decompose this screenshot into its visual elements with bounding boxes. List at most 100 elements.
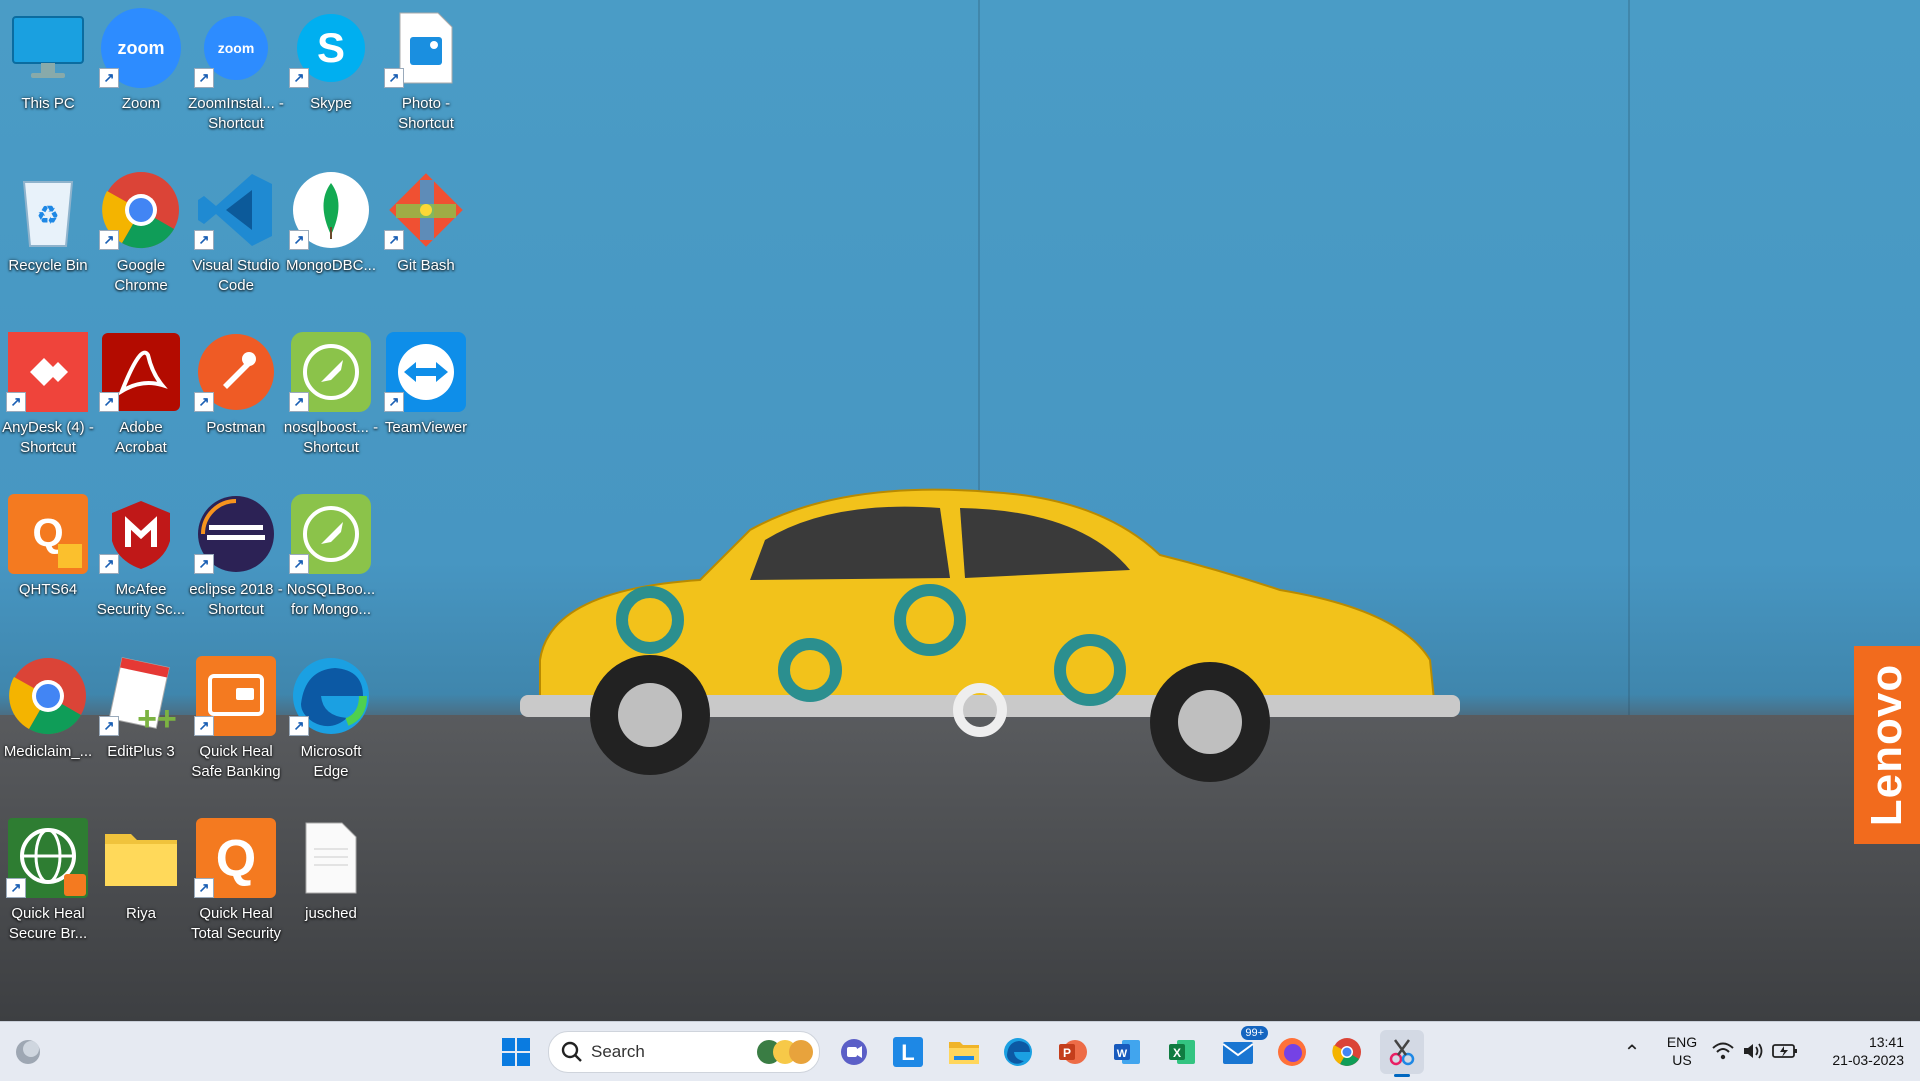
desktop-icon-label: ZoomInstal... - Shortcut [188, 95, 284, 132]
start-button[interactable] [494, 1030, 538, 1074]
blank-file-icon [289, 816, 373, 900]
desktop-icon-label: Git Bash [397, 257, 455, 274]
svg-text:zoom: zoom [118, 38, 165, 58]
shortcut-arrow-icon: ↗ [99, 392, 119, 412]
desktop-icon-quick-heal-total-security[interactable]: Q ↗ Quick Heal Total Security [190, 816, 282, 972]
desktop-icon-label: This PC [21, 95, 75, 112]
desktop-icon-riya-folder[interactable]: Riya [95, 816, 187, 972]
desktop-icon-visual-studio-code[interactable]: ↗ Visual Studio Code [190, 168, 282, 324]
wifi-icon [1712, 1042, 1734, 1060]
chrome-icon [1332, 1038, 1361, 1066]
desktop-icon-mcafee-security-scan[interactable]: ↗ McAfee Security Sc... [95, 492, 187, 648]
safe-banking-icon: ↗ [194, 654, 278, 738]
widgets-button[interactable] [6, 1030, 50, 1074]
teamviewer-icon: ↗ [384, 330, 468, 414]
shortcut-arrow-icon: ↗ [289, 554, 309, 574]
taskbar-file-explorer[interactable] [942, 1030, 986, 1074]
desktop-icon-label: Photo - Shortcut [398, 95, 454, 132]
lenovo-logo: Lenovo [1854, 646, 1920, 844]
desktop-icon-label: Adobe Acrobat [115, 419, 167, 456]
desktop-icon-label: jusched [305, 905, 357, 922]
shortcut-arrow-icon: ↗ [194, 230, 214, 250]
taskbar-snipping-tool[interactable] [1380, 1030, 1424, 1077]
taskbar-teams-chat[interactable] [832, 1030, 876, 1074]
show-hidden-icons-button[interactable]: ⌃ [1610, 1030, 1654, 1074]
shortcut-arrow-icon: ↗ [384, 68, 404, 88]
desktop-icon-mediclaim[interactable]: Mediclaim_... [2, 654, 94, 810]
desktop-icon-eclipse-shortcut[interactable]: ↗ eclipse 2018 - Shortcut [189, 492, 283, 648]
desktop-icon-quick-heal-safe-banking[interactable]: ↗ Quick Heal Safe Banking [190, 654, 282, 810]
shortcut-arrow-icon: ↗ [6, 392, 26, 412]
desktop-icon-anydesk-shortcut[interactable]: ↗ AnyDesk (4) - Shortcut [2, 330, 94, 486]
svg-text:S: S [317, 24, 345, 71]
desktop-icon-label: nosqlboost... - Shortcut [283, 419, 379, 456]
monitor-icon [6, 6, 90, 90]
folder-icon [99, 816, 183, 900]
mail-icon [1222, 1042, 1254, 1064]
git-bash-icon: ↗ [384, 168, 468, 252]
desktop-icon-teamviewer[interactable]: ↗ TeamViewer [380, 330, 472, 486]
shortcut-arrow-icon: ↗ [194, 716, 214, 736]
shortcut-arrow-icon: ↗ [194, 68, 214, 88]
desktop-icon-label: MongoDBC... [285, 257, 377, 274]
desktop-icon-qhts64[interactable]: Q QHTS64 [2, 492, 94, 648]
excel-icon: X [1169, 1040, 1195, 1064]
shortcut-arrow-icon: ↗ [6, 878, 26, 898]
teams-chat-icon [841, 1039, 867, 1065]
mongodb-leaf-icon: ↗ [289, 168, 373, 252]
nosqlbooster-rocket-icon: ↗ [289, 492, 373, 576]
edge-icon: ↗ [289, 654, 373, 738]
desktop-icon-nosqlbooster-shortcut[interactable]: ↗ nosqlboost... - Shortcut [283, 330, 379, 486]
taskbar-chrome[interactable] [1325, 1030, 1369, 1074]
taskbar-search-box[interactable]: Search [548, 1031, 820, 1073]
desktop-icon-mongodb-compass[interactable]: ↗ MongoDBC... [285, 168, 377, 324]
chrome-icon: ↗ [99, 168, 183, 252]
taskbar-edge[interactable] [996, 1030, 1040, 1074]
desktop-icon-this-pc[interactable]: This PC [2, 6, 94, 162]
desktop-icon-microsoft-edge[interactable]: ↗ Microsoft Edge [285, 654, 377, 810]
desktop-icon-postman[interactable]: ↗ Postman [190, 330, 282, 486]
language-indicator[interactable]: ENG US [1664, 1033, 1700, 1069]
postman-icon: ↗ [194, 330, 278, 414]
desktop-icon-photo-shortcut[interactable]: ↗ Photo - Shortcut [380, 6, 472, 162]
desktop-icon-label: Zoom [121, 95, 161, 112]
desktop-icon-skype[interactable]: S ↗ Skype [285, 6, 377, 162]
desktop-icon-grid: This PC zoom ↗ Zoom zoom ↗ ZoomInstal...… [0, 0, 480, 1000]
svg-text:X: X [1173, 1046, 1181, 1060]
taskbar-mail[interactable]: 99+ [1216, 1026, 1268, 1074]
firefox-icon [1278, 1038, 1306, 1066]
desktop-icon-quick-heal-secure-browser[interactable]: ↗ Quick Heal Secure Br... [2, 816, 94, 972]
snipping-tool-icon [1389, 1039, 1415, 1066]
system-tray-quick-settings[interactable] [1712, 1036, 1802, 1066]
search-label: Search [591, 1042, 645, 1061]
desktop-icon-zoom-installer-shortcut[interactable]: zoom ↗ ZoomInstal... - Shortcut [188, 6, 284, 162]
mcafee-icon: ↗ [99, 492, 183, 576]
desktop-icon-nosqlbooster-for-mongodb[interactable]: ↗ NoSQLBoo... for Mongo... [285, 492, 377, 648]
taskbar-powerpoint[interactable]: P [1050, 1030, 1094, 1074]
shortcut-arrow-icon: ↗ [99, 716, 119, 736]
desktop-icon-recycle-bin[interactable]: ♻ Recycle Bin [2, 168, 94, 324]
eclipse-icon: ↗ [194, 492, 278, 576]
lenovo-wordmark: Lenovo [1862, 663, 1911, 827]
taskbar-l-app[interactable]: L [886, 1030, 930, 1074]
desktop-icon-jusched[interactable]: jusched [285, 816, 377, 972]
desktop-icon-git-bash[interactable]: ↗ Git Bash [380, 168, 472, 324]
desktop[interactable]: Lenovo This PC zoom ↗ Zoom zoom ↗ ZoomIn… [0, 0, 1920, 1021]
desktop-icon-editplus[interactable]: ++ ↗ EditPlus 3 [95, 654, 187, 810]
desktop-icon-label: Riya [125, 905, 156, 922]
chrome-icon [6, 654, 90, 738]
quick-heal-shield-icon: Q [6, 492, 90, 576]
shortcut-arrow-icon: ↗ [194, 554, 214, 574]
taskbar-excel[interactable]: X [1160, 1030, 1204, 1074]
clock[interactable]: 13:41 21-03-2023 [1808, 1033, 1904, 1069]
desktop-icon-adobe-acrobat[interactable]: ↗ Adobe Acrobat [95, 330, 187, 486]
desktop-icon-label: QHTS64 [18, 581, 78, 598]
file-explorer-icon [949, 1042, 979, 1064]
desktop-icon-label: Visual Studio Code [192, 257, 280, 294]
shortcut-arrow-icon: ↗ [289, 230, 309, 250]
taskbar-word[interactable]: W [1105, 1030, 1149, 1074]
svg-text:zoom: zoom [218, 40, 255, 56]
desktop-icon-google-chrome[interactable]: ↗ Google Chrome [95, 168, 187, 324]
taskbar-firefox[interactable] [1270, 1030, 1314, 1074]
desktop-icon-zoom[interactable]: zoom ↗ Zoom [95, 6, 187, 162]
